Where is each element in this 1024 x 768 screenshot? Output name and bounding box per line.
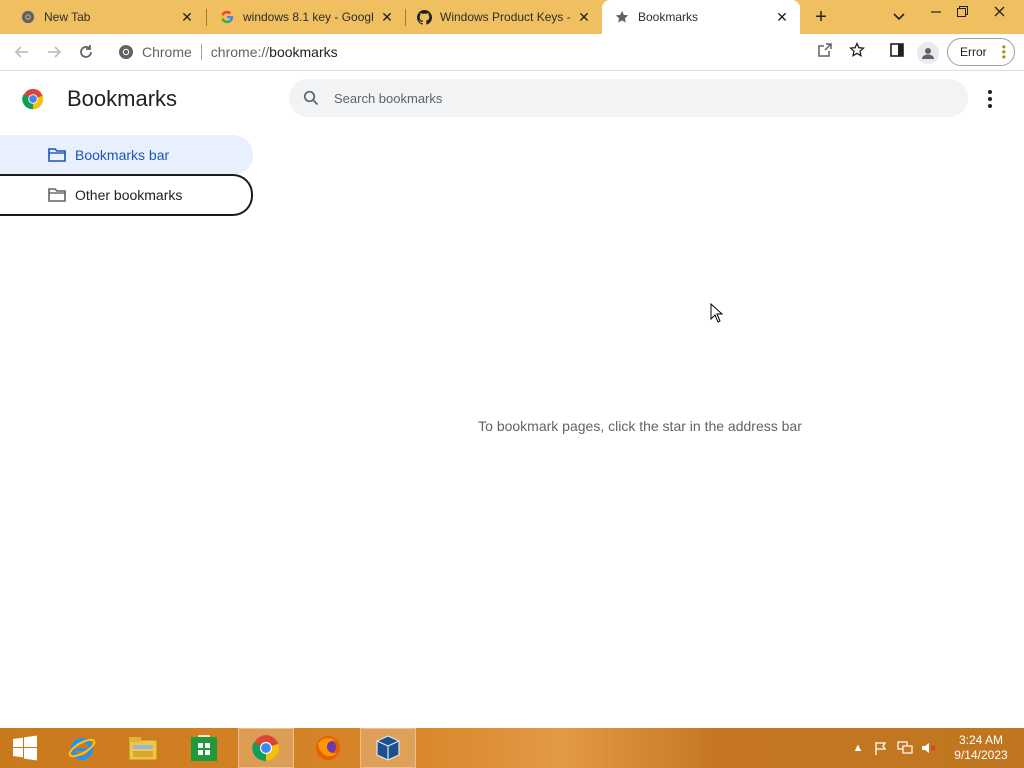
new-tab-button[interactable]: + [810, 6, 832, 28]
tab-bookmarks[interactable]: Bookmarks ✕ [602, 0, 800, 34]
tab-title: Bookmarks [638, 10, 699, 24]
omnibox-divider [200, 44, 202, 60]
origin-chip-label: Chrome [142, 44, 192, 60]
windows-taskbar: ▲ 3:24 AM 9/14/2023 [0, 728, 1024, 768]
sidebar-item-other-bookmarks[interactable]: Other bookmarks [0, 174, 253, 216]
tab-title: Windows Product Keys - [440, 10, 571, 24]
sidebar-item-bookmarks-bar[interactable]: Bookmarks bar [0, 135, 253, 175]
chrome-icon [119, 45, 133, 59]
sidebar-item-label: Other bookmarks [75, 187, 183, 203]
page-title: Bookmarks [67, 86, 178, 111]
menu-dots-icon: • • • [1001, 40, 1006, 64]
more-actions-icon[interactable] [980, 89, 1000, 109]
browser-toolbar: Chrome chrome://bookmarks Error • • • [0, 34, 1024, 71]
clock-time: 3:24 AM [958, 733, 1004, 747]
virtualbox-icon [376, 735, 400, 761]
close-icon[interactable]: ✕ [179, 9, 195, 25]
folder-icon [47, 187, 67, 203]
mouse-cursor-icon [710, 303, 724, 323]
close-icon[interactable]: ✕ [379, 9, 395, 25]
profile-avatar-icon[interactable] [917, 42, 939, 64]
share-icon[interactable] [814, 39, 836, 61]
system-clock[interactable]: 3:24 AM 9/14/2023 [946, 733, 1016, 763]
close-icon[interactable]: ✕ [576, 9, 592, 25]
folder-icon [47, 147, 67, 163]
url-text[interactable]: chrome://bookmarks [211, 44, 338, 60]
taskbar-firefox[interactable] [300, 728, 356, 768]
taskbar-chrome[interactable] [238, 728, 294, 768]
windows-logo-icon [13, 735, 37, 761]
search-icon [301, 88, 321, 108]
profile-error-button[interactable]: Error • • • [947, 38, 1015, 66]
tab-strip: New Tab ✕ windows 8.1 key - Googl ✕ Wind… [0, 0, 1024, 34]
side-panel-icon[interactable] [886, 39, 908, 61]
origin-chip[interactable]: Chrome [108, 44, 192, 60]
chrome-logo-icon [22, 88, 44, 110]
network-icon[interactable] [897, 740, 913, 756]
chrome-icon [252, 735, 279, 761]
taskbar-file-explorer[interactable] [114, 728, 172, 768]
store-icon [191, 735, 217, 761]
error-label: Error [960, 45, 987, 59]
restore-button[interactable] [947, 0, 977, 22]
tab-title: New Tab [44, 10, 91, 24]
url-path: bookmarks [269, 44, 338, 60]
volume-muted-icon[interactable] [921, 740, 937, 756]
chrome-icon [20, 9, 36, 25]
tab-github[interactable]: Windows Product Keys - ✕ [406, 0, 602, 34]
taskbar-internet-explorer[interactable] [54, 728, 110, 768]
taskbar-store[interactable] [176, 728, 232, 768]
empty-list-message: To bookmark pages, click the star in the… [478, 418, 802, 434]
show-hidden-icons-button[interactable]: ▲ [850, 740, 866, 756]
address-bar[interactable]: Chrome chrome://bookmarks [108, 38, 876, 66]
tab-title: windows 8.1 key - Googl [243, 10, 374, 24]
start-button[interactable] [0, 728, 50, 768]
file-explorer-icon [128, 737, 158, 761]
bookmark-star-icon[interactable] [846, 39, 868, 61]
tab-google-search[interactable]: windows 8.1 key - Googl ✕ [207, 0, 405, 34]
google-icon [219, 9, 235, 25]
close-window-button[interactable] [984, 0, 1014, 22]
url-scheme: chrome:// [210, 44, 270, 60]
taskbar-virtualbox[interactable] [360, 728, 416, 768]
close-icon[interactable]: ✕ [774, 9, 790, 25]
tab-new-tab[interactable]: New Tab ✕ [0, 0, 205, 34]
star-icon [614, 9, 630, 25]
search-bar[interactable] [289, 79, 968, 117]
search-input[interactable] [334, 90, 934, 106]
internet-explorer-icon [68, 738, 96, 760]
firefox-icon [316, 736, 340, 760]
forward-button[interactable] [42, 40, 66, 64]
action-center-flag-icon[interactable] [873, 740, 889, 756]
clock-date: 9/14/2023 [954, 748, 1008, 762]
github-icon [416, 9, 432, 25]
sidebar-item-label: Bookmarks bar [75, 147, 170, 163]
tab-search-chevron-icon[interactable] [884, 6, 914, 28]
back-button[interactable] [10, 40, 34, 64]
reload-button[interactable] [74, 40, 98, 64]
bookmarks-header: Bookmarks [0, 71, 1024, 129]
